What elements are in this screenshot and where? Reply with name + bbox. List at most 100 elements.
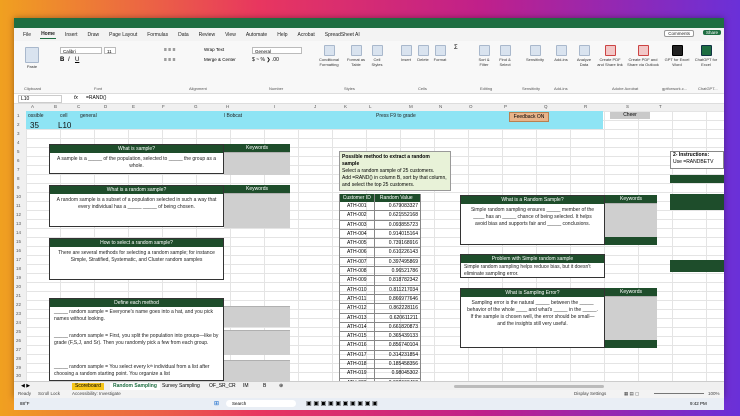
customer-id-cell[interactable]: ATH-015 xyxy=(339,332,375,341)
random-value-cell[interactable]: 0.914015164 xyxy=(375,229,421,239)
share-button[interactable]: Share xyxy=(702,30,721,35)
cell-styles-button[interactable]: Cell Styles xyxy=(368,45,386,67)
row-14[interactable]: 14 xyxy=(16,230,21,235)
customer-id-cell[interactable]: ATH-013 xyxy=(339,313,375,322)
menu-draw[interactable]: Draw xyxy=(86,31,100,39)
chatgpt-excel-button[interactable]: ChatGPT for Excel xyxy=(692,45,720,67)
row-29[interactable]: 29 xyxy=(16,365,21,370)
row-4[interactable]: 4 xyxy=(17,140,20,145)
align-icons-2[interactable]: ≡ ≡ ≡ xyxy=(164,57,176,63)
col-h[interactable]: H xyxy=(226,104,229,109)
col-r[interactable]: R xyxy=(584,104,587,109)
customer-id-cell[interactable]: ATH-019 xyxy=(339,369,375,378)
col-b[interactable]: B xyxy=(54,104,57,109)
menu-view[interactable]: View xyxy=(224,31,237,39)
random-value-cell[interactable]: 0.811217034 xyxy=(375,285,421,294)
row-9[interactable]: 9 xyxy=(17,185,20,190)
row-19[interactable]: 19 xyxy=(16,275,21,280)
random-value-cell[interactable]: 0.98045302 xyxy=(375,369,421,378)
keywords-area-6[interactable] xyxy=(605,203,657,238)
random-value-cell[interactable]: 0.314231854 xyxy=(375,350,421,360)
col-f[interactable]: F xyxy=(162,104,165,109)
format-as-table-button[interactable]: Format as Table xyxy=(345,45,367,67)
windows-start-icon[interactable]: ⊞ xyxy=(214,400,219,407)
menu-data[interactable]: Data xyxy=(177,31,190,39)
keywords-area-7[interactable] xyxy=(605,296,657,341)
row-13[interactable]: 13 xyxy=(16,221,21,226)
row-30[interactable]: 30 xyxy=(16,373,21,378)
col-i[interactable]: I xyxy=(274,104,275,109)
customer-id-cell[interactable]: ATH-014 xyxy=(339,322,375,332)
customer-id-cell[interactable]: ATH-008 xyxy=(339,267,375,276)
row-17[interactable]: 17 xyxy=(16,257,21,262)
customer-id-cell[interactable]: ATH-012 xyxy=(339,304,375,313)
row-3[interactable]: 3 xyxy=(17,131,20,136)
keywords-area-4[interactable] xyxy=(224,330,290,355)
col-m[interactable]: M xyxy=(409,104,413,109)
row-8[interactable]: 8 xyxy=(17,176,20,181)
col-p[interactable]: P xyxy=(504,104,507,109)
weather-widget[interactable]: 88°F xyxy=(20,401,30,406)
underline-button[interactable]: U xyxy=(75,57,79,63)
col-k[interactable]: K xyxy=(344,104,347,109)
keywords-area-1[interactable] xyxy=(224,152,290,175)
currency-icon[interactable]: $ ~ % ❯ .00 xyxy=(252,57,279,63)
bold-button[interactable]: B xyxy=(60,57,64,63)
random-value-cell[interactable]: 0.093855723 xyxy=(375,220,421,229)
random-value-cell[interactable]: 0.621552168 xyxy=(375,211,421,220)
view-icons[interactable]: ▦ ▤ ▢ xyxy=(624,391,639,397)
customer-id-cell[interactable]: ATH-006 xyxy=(339,248,375,257)
feedback-toggle-button[interactable]: Feedback ON xyxy=(509,112,549,122)
random-value-cell[interactable]: 0.818782342 xyxy=(375,276,421,285)
zoom-level[interactable]: 100% xyxy=(708,391,720,396)
row-16[interactable]: 16 xyxy=(16,248,21,253)
keywords-area-2[interactable] xyxy=(224,193,290,228)
keywords-area-3[interactable] xyxy=(224,306,290,327)
font-size-select[interactable]: 11 xyxy=(104,47,116,54)
comments-button[interactable]: Comments xyxy=(664,30,694,37)
menu-page-layout[interactable]: Page Layout xyxy=(108,31,138,39)
tab-scroll-left[interactable]: ◀ ▶ xyxy=(18,383,33,390)
col-a[interactable]: A xyxy=(31,104,34,109)
row-28[interactable]: 28 xyxy=(16,356,21,361)
italic-button[interactable]: I xyxy=(68,57,70,63)
customer-id-cell[interactable]: ATH-005 xyxy=(339,239,375,248)
customer-id-cell[interactable]: ATH-016 xyxy=(339,341,375,350)
row-21[interactable]: 21 xyxy=(16,293,21,298)
customer-id-cell[interactable]: ATH-010 xyxy=(339,285,375,294)
zoom-slider[interactable] xyxy=(654,393,704,394)
customer-id-cell[interactable]: ATH-017 xyxy=(339,350,375,360)
tab-b[interactable]: B xyxy=(260,383,269,390)
fx-icon[interactable]: fx xyxy=(74,95,78,101)
col-n[interactable]: N xyxy=(439,104,442,109)
menu-insert[interactable]: Insert xyxy=(64,31,79,39)
create-pdf-outlook-button[interactable]: Create PDF and Share via Outlook xyxy=(626,45,660,67)
customer-id-cell[interactable]: ATH-002 xyxy=(339,211,375,220)
menu-help[interactable]: Help xyxy=(276,31,288,39)
random-value-cell[interactable]: 0.856740104 xyxy=(375,341,421,350)
row-15[interactable]: 15 xyxy=(16,239,21,244)
row-12[interactable]: 12 xyxy=(16,212,21,217)
random-value-cell[interactable]: 0.397495869 xyxy=(375,257,421,267)
random-value-cell[interactable]: 0.866977646 xyxy=(375,294,421,304)
font-name-select[interactable]: Calibri xyxy=(60,47,102,54)
tab-im[interactable]: IM xyxy=(240,383,252,390)
row-25[interactable]: 25 xyxy=(16,329,21,334)
add-sheet-icon[interactable]: ⊕ xyxy=(276,383,286,390)
tab-of-sr-cr[interactable]: OF_SR_CR xyxy=(206,383,239,390)
col-e[interactable]: E xyxy=(132,104,135,109)
align-icons[interactable]: ≡ ≡ ≡ xyxy=(164,47,176,53)
wrap-text-button[interactable]: Wrap Text xyxy=(204,47,224,52)
row-5[interactable]: 5 xyxy=(17,149,20,154)
sensitivity-button[interactable]: Sensitivity xyxy=(522,45,548,62)
menu-review[interactable]: Review xyxy=(198,31,216,39)
tab-scoreboard[interactable]: Scoreboard xyxy=(72,383,104,390)
row-24[interactable]: 24 xyxy=(16,320,21,325)
formula-input[interactable]: =RAND() xyxy=(86,95,106,101)
random-value-cell[interactable]: 0.96521786 xyxy=(375,267,421,276)
col-d[interactable]: D xyxy=(104,104,107,109)
random-value-cell[interactable]: 0.620611211 xyxy=(375,313,421,322)
customer-id-cell[interactable]: ATH-001 xyxy=(339,202,375,211)
random-value-cell[interactable]: 0.610226143 xyxy=(375,248,421,257)
col-g[interactable]: G xyxy=(194,104,198,109)
